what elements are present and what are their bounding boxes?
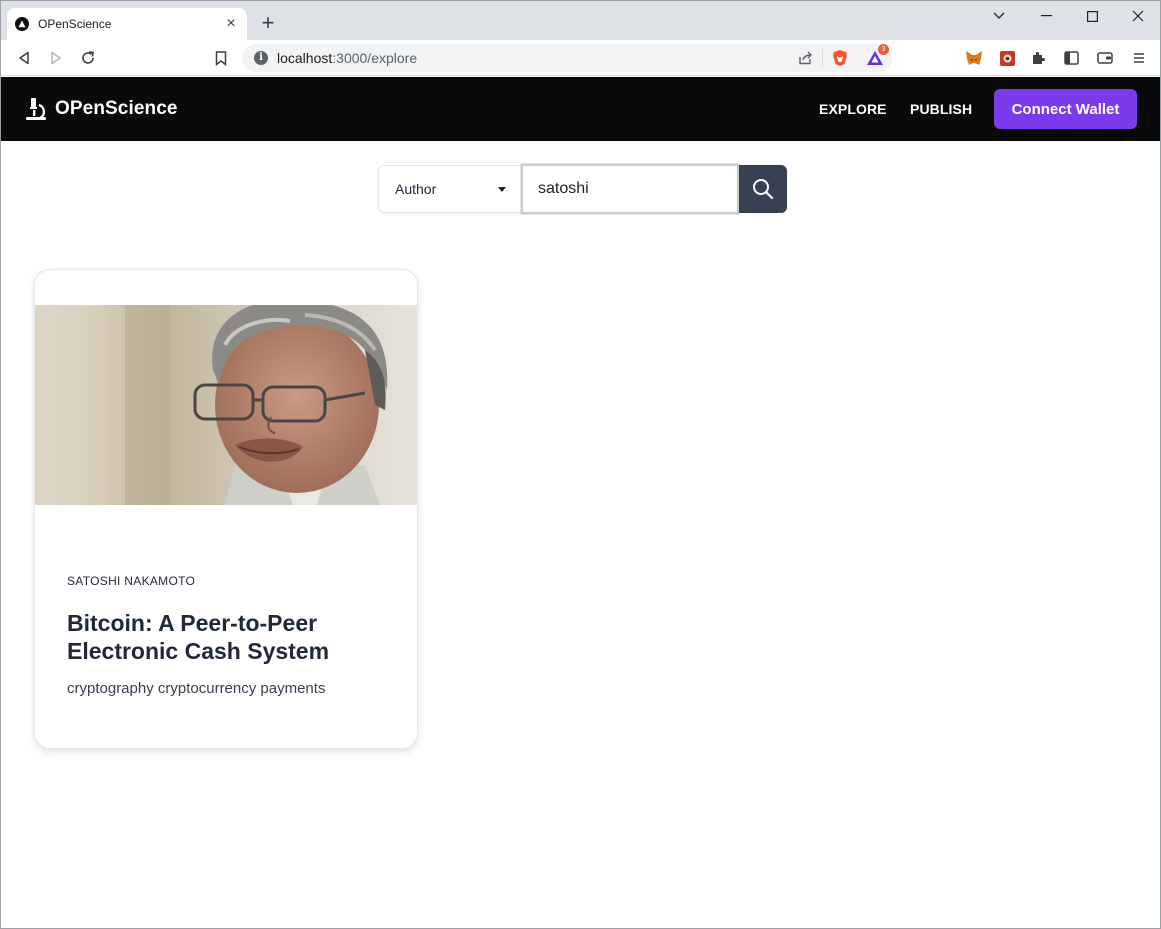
- rewards-badge: 3: [878, 44, 889, 55]
- url-text: localhost:3000/explore: [277, 50, 418, 66]
- forward-icon[interactable]: [46, 48, 66, 68]
- search-button[interactable]: [739, 165, 787, 213]
- bookmark-icon[interactable]: [211, 48, 231, 68]
- result-tags: cryptography cryptocurrency payments: [67, 680, 326, 697]
- reload-icon[interactable]: [78, 48, 98, 68]
- search-bar: Author: [378, 163, 787, 215]
- tab-strip: OPenScience × +: [1, 1, 1160, 40]
- minimize-icon[interactable]: [1035, 5, 1057, 27]
- caret-down-icon: [498, 186, 506, 192]
- back-icon[interactable]: [14, 48, 34, 68]
- nav-publish[interactable]: PUBLISH: [910, 101, 972, 117]
- address-bar[interactable]: i localhost:3000/explore 3: [242, 44, 892, 72]
- brand-logo[interactable]: OPenScience: [25, 97, 178, 121]
- share-icon[interactable]: [796, 49, 814, 67]
- author-photo: [35, 305, 417, 505]
- extension-icon[interactable]: [997, 48, 1017, 68]
- search-filter-select[interactable]: Author: [378, 165, 521, 213]
- new-tab-icon[interactable]: +: [257, 12, 279, 34]
- extensions-puzzle-icon[interactable]: [1029, 48, 1049, 68]
- result-card[interactable]: SATOSHI NAKAMOTO Bitcoin: A Peer-to-Peer…: [34, 269, 418, 749]
- result-title[interactable]: Bitcoin: A Peer-to-Peer Electronic Cash …: [67, 609, 387, 665]
- browser-window: OPenScience × + i localhost:3000/explore…: [0, 0, 1161, 929]
- tab-search-icon[interactable]: [988, 5, 1010, 27]
- metamask-fox-icon[interactable]: [964, 48, 984, 68]
- brand-name: OPenScience: [55, 98, 178, 119]
- favicon-icon: [15, 17, 29, 31]
- tab-close-icon[interactable]: ×: [223, 16, 239, 32]
- wallet-icon[interactable]: [1095, 48, 1115, 68]
- tab-title: OPenScience: [38, 17, 112, 31]
- filter-selected-value: Author: [395, 181, 437, 197]
- search-input[interactable]: [520, 163, 740, 215]
- microscope-icon: [25, 97, 47, 121]
- menu-icon[interactable]: [1129, 48, 1149, 68]
- browser-tab[interactable]: OPenScience ×: [7, 8, 247, 40]
- sidebar-icon[interactable]: [1061, 48, 1081, 68]
- maximize-icon[interactable]: [1081, 5, 1103, 27]
- navbar: OPenScience EXPLORE PUBLISH Connect Wall…: [1, 77, 1160, 141]
- site-info-icon[interactable]: i: [254, 51, 268, 65]
- result-author: SATOSHI NAKAMOTO: [67, 574, 196, 588]
- brave-rewards-icon[interactable]: 3: [866, 44, 889, 67]
- search-icon: [753, 179, 774, 200]
- nav-explore[interactable]: EXPLORE: [819, 101, 887, 117]
- brave-shields-icon[interactable]: [831, 49, 849, 67]
- browser-toolbar: i localhost:3000/explore 3: [1, 40, 1160, 76]
- connect-wallet-button[interactable]: Connect Wallet: [994, 89, 1137, 129]
- app-viewport: OPenScience EXPLORE PUBLISH Connect Wall…: [1, 77, 1160, 928]
- close-window-icon[interactable]: [1127, 5, 1149, 27]
- divider: [822, 49, 823, 67]
